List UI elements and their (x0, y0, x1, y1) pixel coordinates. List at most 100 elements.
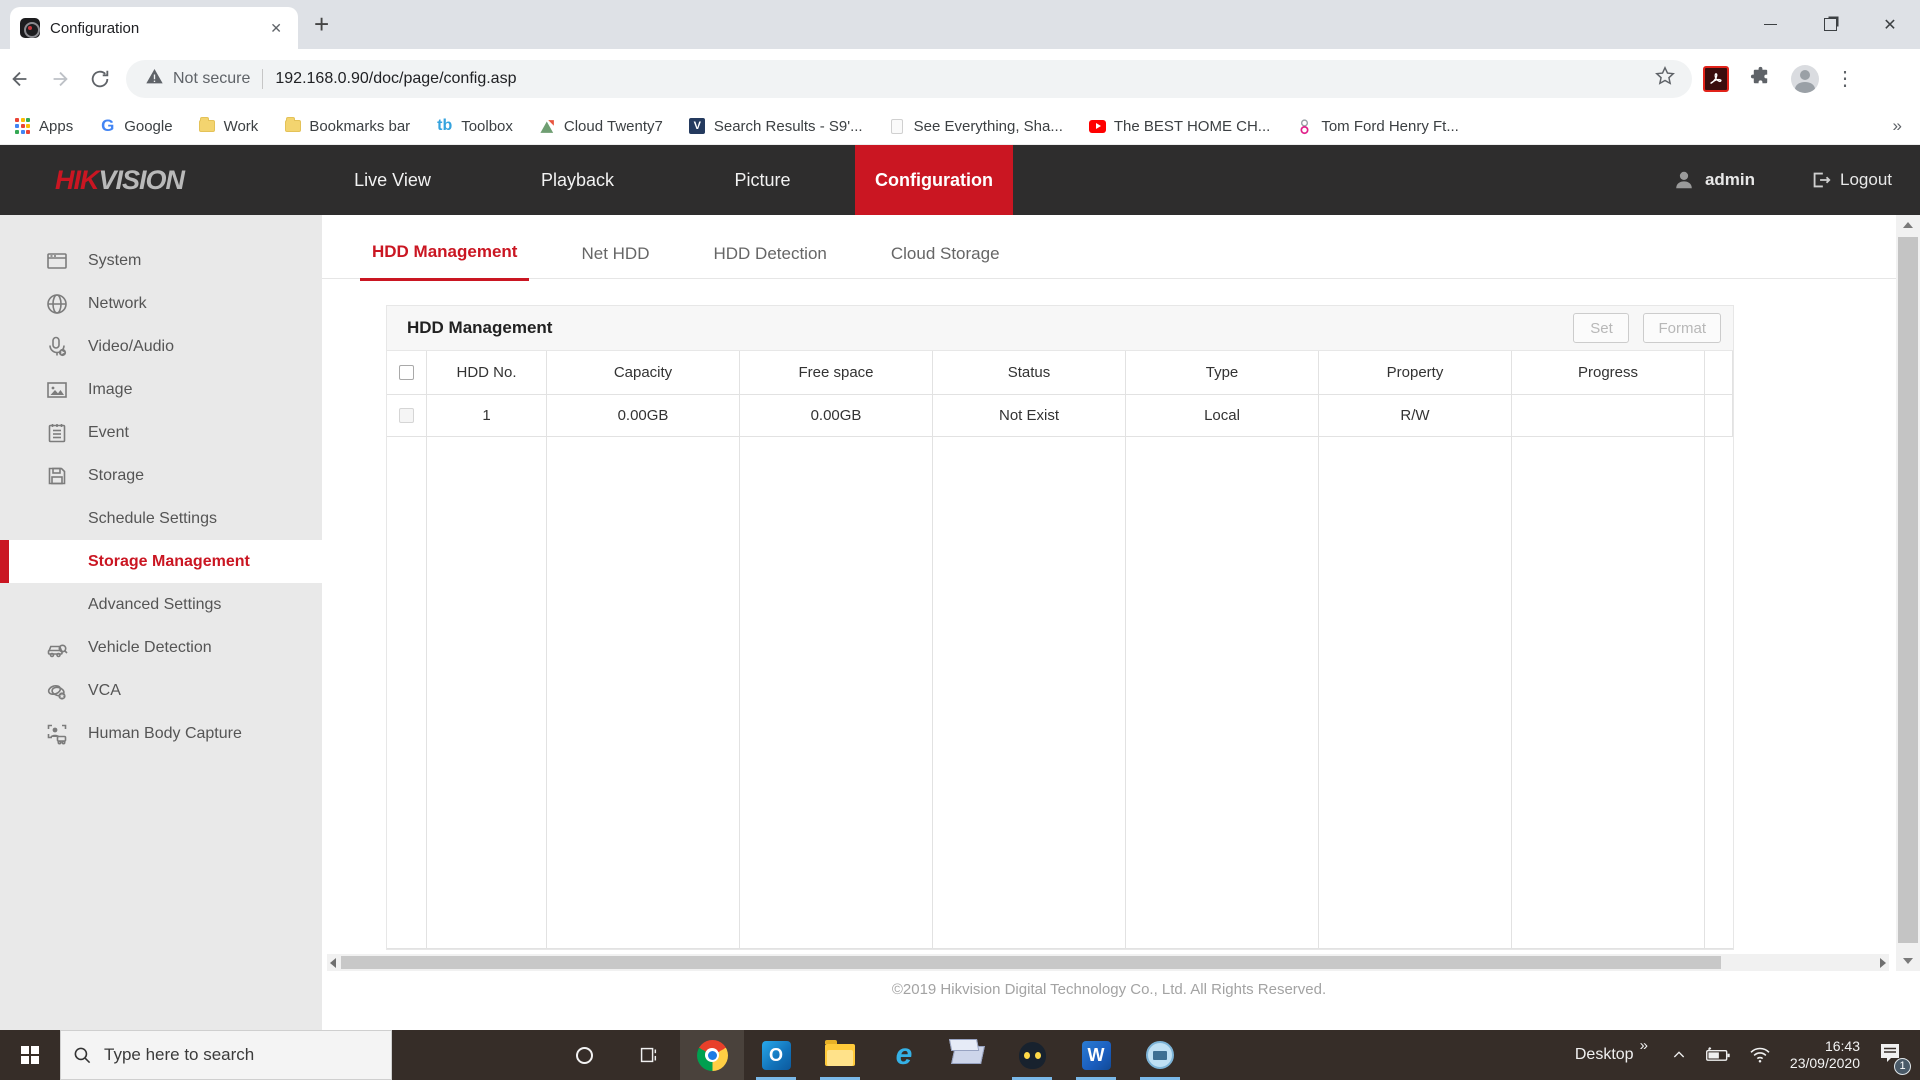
horizontal-scroll-thumb[interactable] (341, 956, 1721, 969)
bookmark-best-home[interactable]: The BEST HOME CH... (1089, 118, 1270, 135)
sidebar-item-storage-management[interactable]: Storage Management (0, 540, 322, 583)
taskbar-chrome[interactable] (680, 1030, 744, 1080)
bookmarks-overflow-chevron-icon[interactable]: » (1893, 116, 1902, 136)
bookmark-tom-ford[interactable]: Tom Ford Henry Ft... (1296, 118, 1459, 135)
bookmark-google[interactable]: G Google (99, 118, 172, 135)
bookmark-work[interactable]: Work (199, 118, 259, 135)
sidebar-item-system[interactable]: System (0, 239, 322, 282)
divider (262, 69, 263, 89)
nav-picture[interactable]: Picture (670, 145, 855, 215)
taskbar-search[interactable] (60, 1030, 392, 1080)
sidebar-item-storage[interactable]: Storage (0, 454, 322, 497)
taskbar-device-tool[interactable] (1128, 1030, 1192, 1080)
select-all-checkbox[interactable] (399, 365, 414, 380)
outlook-icon: O (762, 1041, 791, 1070)
desktop-toolbar-label[interactable]: Desktop (1575, 1046, 1634, 1064)
taskbar-file-explorer[interactable] (808, 1030, 872, 1080)
row-checkbox[interactable] (399, 408, 414, 423)
cell-status: Not Exist (933, 395, 1126, 437)
vertical-scroll-thumb[interactable] (1898, 237, 1918, 943)
toolbar-chevron-icon[interactable]: » (1640, 1037, 1648, 1054)
hdd-management-panel: HDD Management Set Format HDD No. Capaci… (386, 305, 1734, 950)
taskbar-scanner[interactable] (936, 1030, 1000, 1080)
column-header: Type (1126, 351, 1319, 395)
sidebar-item-advanced-settings[interactable]: Advanced Settings (0, 583, 322, 626)
toolbox-tb-icon: tb (436, 118, 453, 135)
taskbar-outlook[interactable]: O (744, 1030, 808, 1080)
task-view-button[interactable] (616, 1030, 680, 1080)
sidebar-item-network[interactable]: Network (0, 282, 322, 325)
tab-hdd-management[interactable]: HDD Management (360, 242, 529, 281)
taskbar-word[interactable]: W (1064, 1030, 1128, 1080)
taskbar-internet-explorer[interactable]: e (872, 1030, 936, 1080)
url-text[interactable]: 192.168.0.90/doc/page/config.asp (275, 70, 1654, 88)
tab-net-hdd[interactable]: Net HDD (569, 244, 661, 280)
browser-menu-icon[interactable]: ⋮ (1835, 66, 1855, 91)
format-button[interactable]: Format (1643, 313, 1721, 343)
url-field[interactable]: Not secure 192.168.0.90/doc/page/config.… (126, 60, 1692, 98)
cortana-button[interactable] (552, 1030, 616, 1080)
user-icon (1673, 169, 1695, 191)
scroll-up-icon[interactable] (1896, 215, 1920, 235)
column-header: Progress (1512, 351, 1705, 395)
cell-capacity: 0.00GB (547, 395, 740, 437)
bookmark-toolbox[interactable]: tb Toolbox (436, 118, 513, 135)
battery-icon[interactable] (1705, 1047, 1731, 1063)
navy-v-icon: V (689, 118, 705, 134)
tab-hdd-detection[interactable]: HDD Detection (701, 244, 838, 280)
sidebar-item-vehicle-detection[interactable]: Vehicle Detection (0, 626, 322, 669)
hidden-icons-chevron-icon[interactable] (1671, 1047, 1687, 1063)
start-button[interactable] (0, 1030, 60, 1080)
scroll-down-icon[interactable] (1896, 951, 1920, 971)
tab-close-icon[interactable]: ✕ (264, 18, 288, 39)
extensions-puzzle-icon[interactable] (1749, 65, 1772, 93)
new-tab-button[interactable]: + (314, 10, 329, 38)
bookmark-search-results[interactable]: V Search Results - S9'... (689, 118, 863, 135)
bookmark-bookmarks-bar-folder[interactable]: Bookmarks bar (284, 118, 410, 135)
set-button[interactable]: Set (1573, 313, 1629, 343)
panel-header: HDD Management Set Format (387, 306, 1733, 351)
vertical-scrollbar[interactable] (1896, 215, 1920, 971)
not-secure-warning-icon[interactable] (146, 69, 163, 89)
window-close-button[interactable] (1860, 0, 1920, 49)
window-minimize-button[interactable] (1740, 0, 1800, 49)
sidebar-item-human-body-capture[interactable]: Human Body Capture (0, 712, 322, 755)
taskbar-clock[interactable]: 16:43 23/09/2020 (1790, 1038, 1860, 1072)
scroll-left-icon[interactable] (330, 958, 336, 968)
bookmark-star-icon[interactable] (1654, 65, 1676, 92)
nav-live-view[interactable]: Live View (300, 145, 485, 215)
sidebar-item-image[interactable]: Image (0, 368, 322, 411)
column-header: Capacity (547, 351, 740, 395)
wifi-icon[interactable] (1749, 1046, 1771, 1064)
sidebar-item-vca[interactable]: VCA (0, 669, 322, 712)
main-nav: Live View Playback Picture Configuration (300, 145, 1013, 215)
nav-playback[interactable]: Playback (485, 145, 670, 215)
window-restore-button[interactable] (1800, 0, 1860, 49)
sidebar-item-event[interactable]: Event (0, 411, 322, 454)
forward-icon[interactable] (40, 59, 80, 99)
network-icon (44, 291, 70, 317)
browser-tab[interactable]: Configuration ✕ (10, 7, 298, 49)
scanner-icon (951, 1046, 985, 1064)
device-tool-icon (1146, 1041, 1174, 1069)
action-center-button[interactable]: 1 (1878, 1042, 1902, 1069)
sidebar-item-video-audio[interactable]: Video/Audio (0, 325, 322, 368)
bookmark-cloud-twenty7[interactable]: Cloud Twenty7 (539, 118, 663, 135)
adobe-acrobat-extension-icon[interactable] (1703, 66, 1729, 92)
storage-icon (44, 463, 70, 489)
security-label[interactable]: Not secure (173, 70, 250, 88)
sidebar-item-schedule-settings[interactable]: Schedule Settings (0, 497, 322, 540)
browser-profile-avatar[interactable] (1791, 65, 1819, 93)
tab-cloud-storage[interactable]: Cloud Storage (879, 244, 1012, 280)
bookmark-apps[interactable]: Apps (14, 118, 73, 135)
back-icon[interactable] (0, 59, 40, 99)
search-input[interactable] (104, 1045, 364, 1065)
logout-button[interactable]: Logout (1840, 170, 1892, 190)
reload-icon[interactable] (80, 59, 120, 99)
nav-configuration[interactable]: Configuration (855, 145, 1013, 215)
bookmarks-bar: Apps G Google Work Bookmarks bar tb Tool… (0, 108, 1920, 145)
taskbar-bot-app[interactable] (1000, 1030, 1064, 1080)
bookmark-see-everything[interactable]: See Everything, Sha... (889, 118, 1063, 135)
horizontal-scrollbar[interactable] (327, 954, 1889, 971)
scroll-right-icon[interactable] (1880, 958, 1886, 968)
